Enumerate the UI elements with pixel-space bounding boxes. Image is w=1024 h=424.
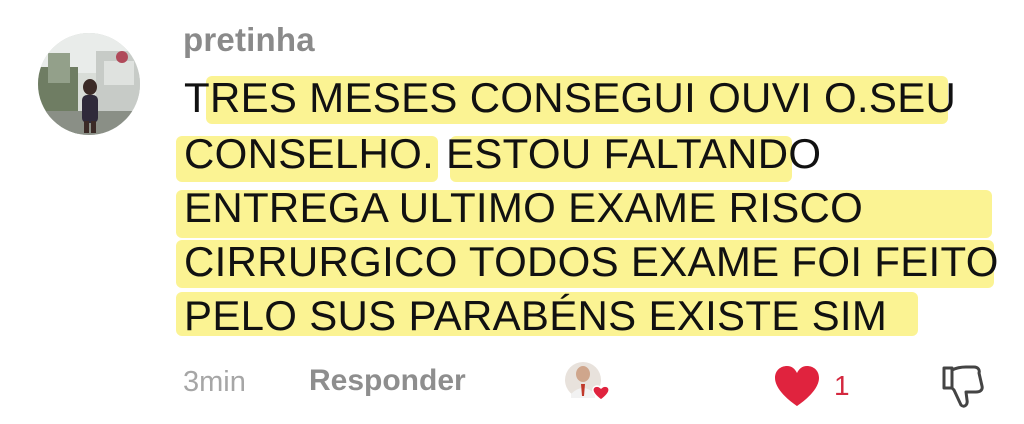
comment-text-line: PELO SUS PARABÉNS EXISTE SIM <box>184 292 888 339</box>
comment-text-line: CIRRURGICO TODOS EXAME FOI FEITO <box>184 238 999 285</box>
like-count: 1 <box>834 370 850 401</box>
dislike-button[interactable] <box>936 360 988 412</box>
creator-like-indicator <box>563 360 615 408</box>
comment-timestamp: 3min <box>183 366 246 398</box>
comment-text-line: TRES MESES CONSEGUI OUVI O.SEU <box>184 74 957 121</box>
reply-button[interactable]: Responder <box>309 364 466 398</box>
comment-text-line: CONSELHO. ESTOU FALTANDO <box>184 130 822 177</box>
comment-body: TRES MESES CONSEGUI OUVI O.SEU CONSELHO.… <box>0 0 1024 360</box>
comment-text-line: ENTREGA ULTIMO EXAME RISCO <box>184 184 864 231</box>
heart-icon <box>775 366 819 406</box>
heart-icon <box>592 385 610 401</box>
comment-item: pretinha TRES MESES CONSEGUI OUVI O.SEU … <box>0 0 1024 424</box>
like-button[interactable]: 1 <box>772 362 852 410</box>
thumbs-down-icon <box>942 365 984 408</box>
